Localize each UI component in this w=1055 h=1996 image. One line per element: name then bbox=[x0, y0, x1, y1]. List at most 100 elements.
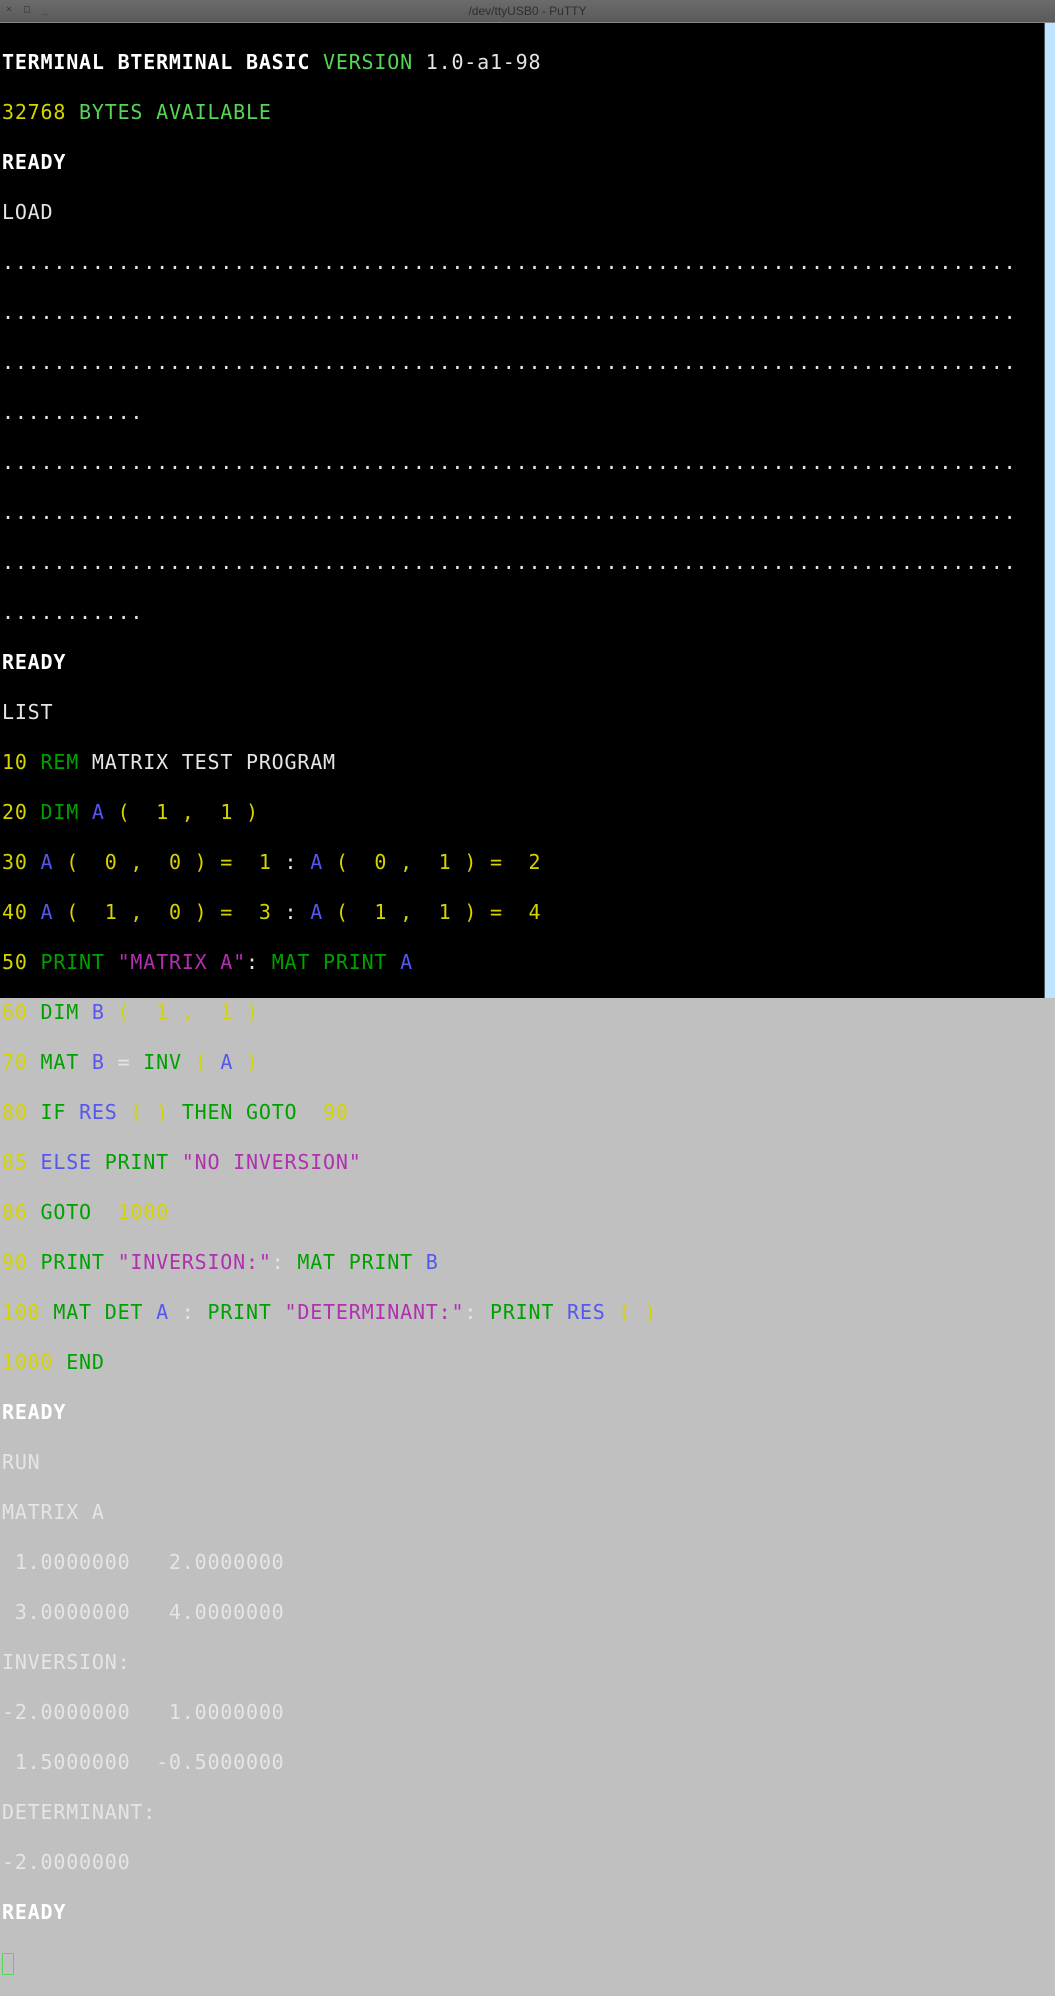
terminal-output[interactable]: TERMINAL BTERMINAL BASIC VERSION 1.0-a1-… bbox=[0, 23, 1055, 998]
paren: ( ) bbox=[606, 1300, 657, 1324]
keyword: DIM bbox=[41, 1000, 92, 1024]
sep: : bbox=[285, 850, 311, 874]
sp bbox=[92, 1150, 105, 1174]
ready-prompt: READY bbox=[2, 1900, 1055, 1925]
string: "INVERSION:" bbox=[118, 1250, 272, 1274]
progress-dots: ........................................… bbox=[2, 250, 1055, 275]
output-row: 1.0000000 2.0000000 bbox=[2, 1550, 1055, 1575]
number: 2 bbox=[516, 850, 542, 874]
line-number: 60 bbox=[2, 1000, 41, 1024]
window-titlebar: × □ _ /dev/ttyUSB0 - PuTTY bbox=[0, 0, 1055, 23]
number: 4 bbox=[516, 900, 542, 924]
number: 1000 bbox=[105, 1200, 169, 1224]
line-number: 20 bbox=[2, 800, 41, 824]
eq: = bbox=[105, 1050, 144, 1074]
progress-dots: ........... bbox=[2, 400, 1055, 425]
output-row: 3.0000000 4.0000000 bbox=[2, 1600, 1055, 1625]
variable: B bbox=[426, 1250, 439, 1274]
sep: : bbox=[169, 1300, 208, 1324]
output-header: INVERSION: bbox=[2, 1650, 1055, 1675]
keyword: GOTO bbox=[41, 1200, 105, 1224]
keyword: MAT bbox=[41, 1050, 92, 1074]
progress-dots: ........... bbox=[2, 600, 1055, 625]
variable: A bbox=[41, 900, 54, 924]
ready-prompt: READY bbox=[2, 650, 1055, 675]
output-row: 1.5000000 -0.5000000 bbox=[2, 1750, 1055, 1775]
variable: B bbox=[92, 1000, 105, 1024]
number: 3 bbox=[246, 900, 285, 924]
variable: A bbox=[220, 1050, 233, 1074]
variable: A bbox=[400, 950, 413, 974]
line-number: 30 bbox=[2, 850, 41, 874]
string: "DETERMINANT:" bbox=[285, 1300, 465, 1324]
ready-prompt: READY bbox=[2, 1400, 1055, 1425]
args: ( 1 , 1 ) bbox=[105, 800, 259, 824]
args: ( 1 , 1 ) bbox=[105, 1000, 259, 1024]
progress-dots: ........................................… bbox=[2, 350, 1055, 375]
bytes-number: 32768 bbox=[2, 100, 66, 124]
keyword: PRINT bbox=[41, 1250, 118, 1274]
list-command: LIST bbox=[2, 700, 1055, 725]
version-label: VERSION bbox=[310, 50, 426, 74]
line-number: 86 bbox=[2, 1200, 41, 1224]
keyword: DIM bbox=[41, 800, 92, 824]
ready-prompt: READY bbox=[2, 150, 1055, 175]
progress-dots: ........................................… bbox=[2, 550, 1055, 575]
cursor-icon bbox=[2, 1953, 14, 1975]
line-number: 40 bbox=[2, 900, 41, 924]
keyword: INV bbox=[143, 1050, 182, 1074]
load-command: LOAD bbox=[2, 200, 1055, 225]
minimize-icon[interactable]: _ bbox=[42, 6, 52, 16]
keyword: MAT PRINT bbox=[272, 950, 400, 974]
sep: : bbox=[246, 950, 272, 974]
keyword: ELSE bbox=[41, 1150, 92, 1174]
expr: ( 0 , 0 ) = bbox=[53, 850, 246, 874]
keyword: PRINT bbox=[105, 1150, 182, 1174]
run-command: RUN bbox=[2, 1450, 1055, 1475]
keyword: THEN GOTO bbox=[182, 1100, 310, 1124]
output-header: DETERMINANT: bbox=[2, 1800, 1055, 1825]
line-number: 50 bbox=[2, 950, 41, 974]
line-number: 70 bbox=[2, 1050, 41, 1074]
scrollbar[interactable] bbox=[1044, 23, 1055, 998]
output-value: -2.0000000 bbox=[2, 1850, 1055, 1875]
expr: ( 1 , 1 ) = bbox=[323, 900, 516, 924]
line-number: 10 bbox=[2, 750, 41, 774]
sep: : bbox=[272, 1250, 298, 1274]
output-row: -2.0000000 1.0000000 bbox=[2, 1700, 1055, 1725]
keyword: PRINT bbox=[207, 1300, 284, 1324]
variable: A bbox=[310, 900, 323, 924]
string: "NO INVERSION" bbox=[182, 1150, 362, 1174]
line-number: 80 bbox=[2, 1100, 41, 1124]
keyword: MAT PRINT bbox=[297, 1250, 425, 1274]
app-name: TERMINAL BTERMINAL BASIC bbox=[2, 50, 310, 74]
number: 1 bbox=[246, 850, 285, 874]
keyword: MAT DET bbox=[53, 1300, 156, 1324]
bytes-label: BYTES AVAILABLE bbox=[66, 100, 271, 124]
variable: A bbox=[41, 850, 54, 874]
paren: ( bbox=[182, 1050, 221, 1074]
variable: RES bbox=[567, 1300, 606, 1324]
sep: : bbox=[285, 900, 311, 924]
close-icon[interactable]: × bbox=[6, 6, 16, 16]
variable: B bbox=[92, 1050, 105, 1074]
output-header: MATRIX A bbox=[2, 1500, 1055, 1525]
paren: ) bbox=[233, 1050, 259, 1074]
string: "MATRIX A" bbox=[118, 950, 246, 974]
variable: A bbox=[92, 800, 105, 824]
keyword: PRINT bbox=[41, 950, 118, 974]
line-number: 85 bbox=[2, 1150, 41, 1174]
progress-dots: ........................................… bbox=[2, 300, 1055, 325]
expr: ( 0 , 1 ) = bbox=[323, 850, 516, 874]
line-number: 1000 bbox=[2, 1350, 66, 1374]
number: 90 bbox=[310, 1100, 349, 1124]
keyword: REM bbox=[41, 750, 92, 774]
variable: RES bbox=[79, 1100, 118, 1124]
comment-text: MATRIX TEST PROGRAM bbox=[92, 750, 336, 774]
line-number: 100 bbox=[2, 1300, 53, 1324]
keyword: PRINT bbox=[490, 1300, 567, 1324]
maximize-icon[interactable]: □ bbox=[24, 6, 34, 16]
progress-dots: ........................................… bbox=[2, 450, 1055, 475]
variable: A bbox=[310, 850, 323, 874]
variable: A bbox=[156, 1300, 169, 1324]
